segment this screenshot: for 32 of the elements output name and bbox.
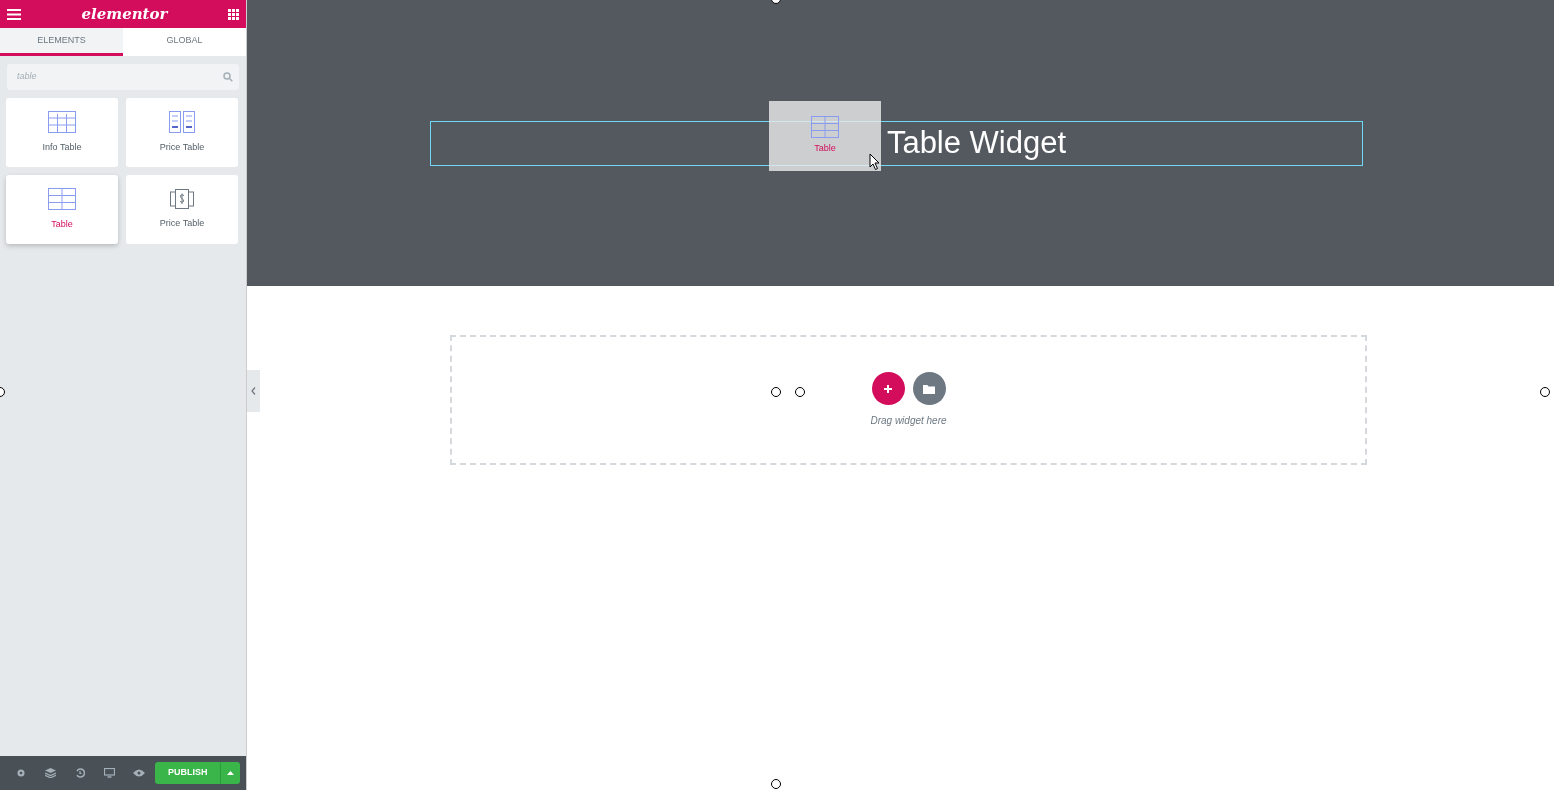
drop-zone[interactable]: Drag widget here [450, 335, 1367, 465]
dollar-cards-icon [170, 188, 194, 209]
desktop-icon[interactable] [103, 768, 115, 778]
add-section-button[interactable] [871, 372, 905, 405]
drag-preview: Table [769, 101, 881, 171]
price-columns-icon [169, 110, 195, 133]
drop-hint: Drag widget here [870, 414, 947, 428]
widget-card[interactable]: Price Table [126, 175, 238, 244]
chevron-left-icon [250, 387, 256, 395]
widget-card[interactable]: Table [6, 175, 118, 244]
layers-icon[interactable] [44, 768, 56, 778]
menu-icon[interactable] [7, 8, 21, 20]
apps-grid-icon[interactable] [228, 8, 239, 20]
settings-icon[interactable] [15, 768, 26, 778]
publish-options-button[interactable] [220, 762, 241, 784]
caret-icon [227, 771, 235, 775]
widget-card[interactable]: Info Table [6, 98, 118, 167]
history-icon[interactable] [74, 768, 85, 778]
add-template-button[interactable] [912, 372, 946, 405]
panel-tab[interactable]: ELEMENTS [0, 28, 123, 56]
logo: elementor [81, 3, 168, 25]
table-icon [811, 116, 839, 139]
table-icon [48, 110, 76, 133]
heading: Table Widget [886, 124, 1067, 162]
plus-icon [883, 383, 893, 394]
table-icon [48, 187, 76, 210]
widget-card[interactable]: Price Table [126, 98, 238, 167]
cursor-icon [869, 153, 881, 171]
search-box[interactable]: table [7, 64, 239, 90]
eye-icon[interactable] [132, 769, 145, 777]
search-input[interactable]: table [15, 69, 223, 85]
folder-icon [923, 383, 935, 394]
